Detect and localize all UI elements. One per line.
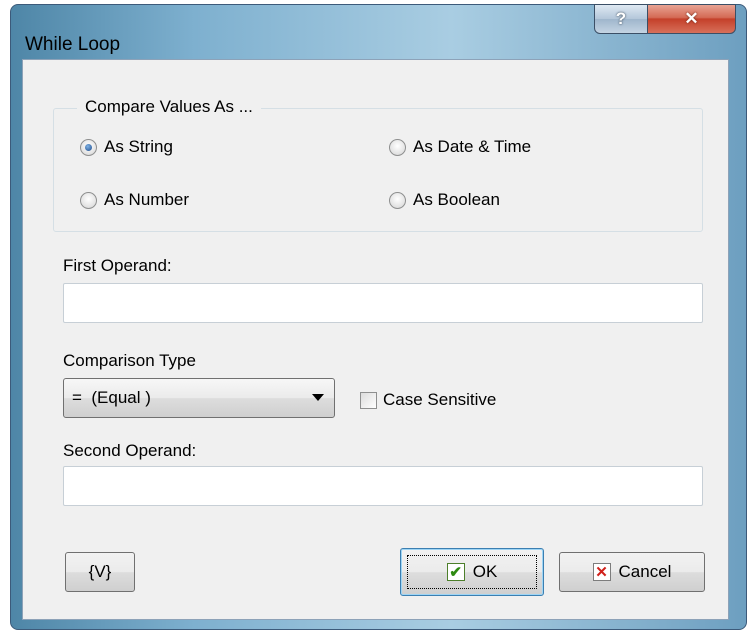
chevron-down-icon <box>312 394 324 401</box>
case-sensitive-label: Case Sensitive <box>383 390 497 409</box>
radio-unselected-icon <box>389 191 406 209</box>
window-title: While Loop <box>25 34 121 55</box>
second-operand-input[interactable] <box>63 466 703 506</box>
help-button[interactable]: ? <box>594 4 648 34</box>
radio-as-string-label: As String <box>104 137 173 156</box>
radio-as-date-time[interactable]: As Date & Time <box>389 137 531 157</box>
radio-as-boolean-label: As Boolean <box>413 190 500 209</box>
radio-as-boolean[interactable]: As Boolean <box>389 190 500 210</box>
second-operand-label: Second Operand: <box>63 441 197 460</box>
cancel-button-label: Cancel <box>618 562 672 581</box>
comparison-type-label: Comparison Type <box>63 351 196 370</box>
first-operand-label: First Operand: <box>63 256 172 275</box>
radio-selected-icon <box>80 138 97 156</box>
ok-button[interactable]: ✔ OK <box>400 548 544 596</box>
title-bar[interactable]: While Loop ? ✕ <box>11 4 746 59</box>
cancel-x-icon: ✕ <box>592 563 611 581</box>
variables-button[interactable]: {V} <box>65 552 135 592</box>
close-icon: ✕ <box>684 9 699 28</box>
radio-as-date-time-label: As Date & Time <box>413 137 532 156</box>
radio-unselected-icon <box>389 138 406 156</box>
help-icon: ? <box>615 9 627 28</box>
cancel-button[interactable]: ✕ Cancel <box>559 552 705 592</box>
radio-as-string[interactable]: As String <box>80 137 173 157</box>
checkbox-box-icon <box>360 391 377 409</box>
compare-values-group-title: Compare Values As ... <box>77 97 261 117</box>
close-button[interactable]: ✕ <box>647 4 736 34</box>
first-operand-input[interactable] <box>63 283 703 323</box>
comparison-type-value: = (Equal ) <box>72 388 151 407</box>
comparison-type-select[interactable]: = (Equal ) <box>63 378 335 418</box>
radio-as-number[interactable]: As Number <box>80 190 189 210</box>
compare-values-group <box>53 108 703 232</box>
variables-button-label: {V} <box>88 562 112 581</box>
radio-as-number-label: As Number <box>104 190 190 209</box>
radio-unselected-icon <box>80 191 97 209</box>
case-sensitive-checkbox[interactable]: Case Sensitive <box>360 390 496 410</box>
focus-rectangle <box>407 555 537 589</box>
